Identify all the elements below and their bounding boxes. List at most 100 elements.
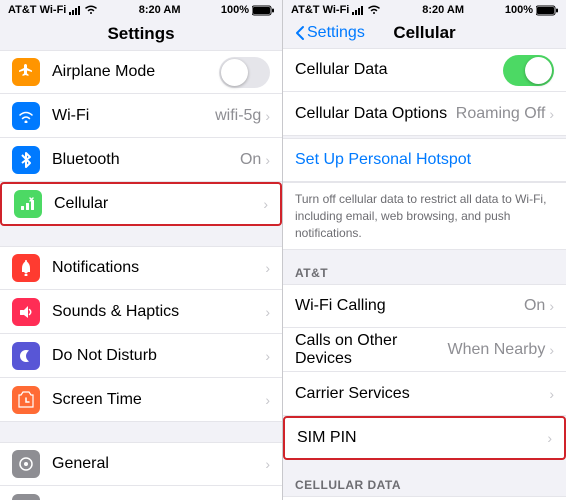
setup-hotspot-label: Set Up Personal Hotspot (295, 151, 471, 169)
wifi-chevron: › (265, 108, 270, 124)
settings-item-screentime[interactable]: Screen Time › (0, 378, 282, 422)
airplane-icon (12, 58, 40, 86)
info-text: Turn off cellular data to restrict all d… (295, 192, 546, 240)
att-section: Wi-Fi Calling On › Calls on Other Device… (283, 284, 566, 460)
signal-icon-right (352, 6, 364, 15)
settings-item-bluetooth[interactable]: Bluetooth On › (0, 138, 282, 182)
current-period-item: Current Period 722 MB (283, 496, 566, 500)
sounds-svg (18, 304, 34, 320)
settings-item-cellular[interactable]: Cellular › (0, 182, 282, 226)
cellular-chevron: › (263, 196, 268, 212)
sounds-label: Sounds & Haptics (52, 303, 265, 321)
settings-item-donotdisturb[interactable]: Do Not Disturb › (0, 334, 282, 378)
bluetooth-icon (12, 146, 40, 174)
donotdisturb-label: Do Not Disturb (52, 347, 265, 365)
cellular-data-item[interactable]: Cellular Data (283, 48, 566, 92)
carrier-services-chevron: › (549, 386, 554, 402)
calls-other-chevron: › (549, 342, 554, 358)
section-general: General › Control Center › (0, 442, 282, 500)
calls-other-value: When Nearby (448, 341, 546, 359)
sounds-chevron: › (265, 304, 270, 320)
setup-hotspot-item[interactable]: Set Up Personal Hotspot (283, 138, 566, 182)
cellular-data-toggle[interactable] (503, 55, 554, 86)
general-icon (12, 450, 40, 478)
airplane-toggle[interactable] (219, 57, 270, 88)
general-svg (18, 456, 34, 472)
donotdisturb-chevron: › (265, 348, 270, 364)
wifi-calling-label: Wi-Fi Calling (295, 297, 524, 315)
donotdisturb-svg (18, 348, 34, 364)
section-notifications: Notifications › Sounds & Haptics › (0, 246, 282, 422)
right-panel-title: Cellular (393, 23, 455, 43)
settings-list: Airplane Mode Wi-Fi wifi-5g › (0, 50, 282, 500)
cellular-data-options-label: Cellular Data Options (295, 105, 456, 123)
right-status-bar: AT&T Wi-Fi 8:20 AM 100% (283, 0, 566, 20)
airplane-label: Airplane Mode (52, 63, 219, 81)
donotdisturb-icon (12, 342, 40, 370)
wifi-value: wifi-5g (215, 107, 261, 125)
back-button[interactable]: Settings (295, 24, 365, 42)
back-chevron-icon (295, 25, 305, 41)
battery-icon-right (536, 5, 558, 16)
settings-item-sounds[interactable]: Sounds & Haptics › (0, 290, 282, 334)
bluetooth-svg (20, 151, 32, 169)
general-chevron: › (265, 456, 270, 472)
screentime-icon (12, 386, 40, 414)
battery-icon-left (252, 5, 274, 16)
settings-item-controlcenter[interactable]: Control Center › (0, 486, 282, 500)
left-panel-title: Settings (0, 20, 282, 50)
carrier-services-label: Carrier Services (295, 385, 549, 403)
cellular-data-section-header: CELLULAR DATA (283, 472, 566, 496)
carrier-services-item[interactable]: Carrier Services › (283, 372, 566, 416)
notifications-svg (19, 260, 33, 276)
cellular-data-section: Current Period 722 MB Current Period Roa… (283, 496, 566, 500)
settings-item-airplane[interactable]: Airplane Mode (0, 50, 282, 94)
settings-item-wifi[interactable]: Wi-Fi wifi-5g › (0, 94, 282, 138)
wifi-calling-item[interactable]: Wi-Fi Calling On › (283, 284, 566, 328)
settings-item-notifications[interactable]: Notifications › (0, 246, 282, 290)
time-right: 8:20 AM (422, 4, 464, 16)
bluetooth-chevron: › (265, 152, 270, 168)
right-status-right: 100% (505, 4, 558, 16)
cellular-data-options-value: Roaming Off (456, 105, 546, 123)
controlcenter-icon (12, 494, 40, 500)
screentime-chevron: › (265, 392, 270, 408)
status-left: AT&T Wi-Fi (8, 4, 98, 16)
carrier-right: AT&T Wi-Fi (291, 4, 349, 16)
battery-right: 100% (505, 4, 533, 16)
signal-icon (69, 6, 81, 15)
settings-item-general[interactable]: General › (0, 442, 282, 486)
wifi-calling-value: On (524, 297, 545, 315)
right-content: Cellular Data Cellular Data Options Roam… (283, 48, 566, 500)
section-gap-1 (0, 228, 282, 246)
sim-pin-label: SIM PIN (297, 429, 547, 447)
cellular-top-section: Cellular Data Cellular Data Options Roam… (283, 48, 566, 136)
carrier-left: AT&T Wi-Fi (8, 4, 66, 16)
cellular-data-options-item[interactable]: Cellular Data Options Roaming Off › (283, 92, 566, 136)
wifi-status-icon (84, 5, 98, 15)
cellular-svg (20, 196, 36, 212)
notifications-chevron: › (265, 260, 270, 276)
back-label: Settings (307, 24, 365, 42)
section-gap-2 (0, 424, 282, 442)
notifications-label: Notifications (52, 259, 265, 277)
sounds-icon (12, 298, 40, 326)
general-label: General (52, 455, 265, 473)
toggle-green-knob (525, 57, 552, 84)
calls-other-item[interactable]: Calls on Other Devices When Nearby › (283, 328, 566, 372)
wifi-label: Wi-Fi (52, 107, 215, 125)
battery-left: 100% (221, 4, 249, 16)
sim-pin-item[interactable]: SIM PIN › (283, 416, 566, 460)
bluetooth-label: Bluetooth (52, 151, 240, 169)
bluetooth-value: On (240, 151, 261, 169)
wifi-calling-chevron: › (549, 298, 554, 314)
section-connectivity: Airplane Mode Wi-Fi wifi-5g › (0, 50, 282, 226)
right-panel: AT&T Wi-Fi 8:20 AM 100% (283, 0, 566, 500)
sim-pin-chevron: › (547, 430, 552, 446)
airplane-svg (18, 64, 34, 80)
cellular-icon (14, 190, 42, 218)
left-panel: AT&T Wi-Fi 8:20 AM 100% Settings (0, 0, 283, 500)
left-status-bar: AT&T Wi-Fi 8:20 AM 100% (0, 0, 282, 20)
notifications-icon (12, 254, 40, 282)
time-left: 8:20 AM (139, 4, 181, 16)
